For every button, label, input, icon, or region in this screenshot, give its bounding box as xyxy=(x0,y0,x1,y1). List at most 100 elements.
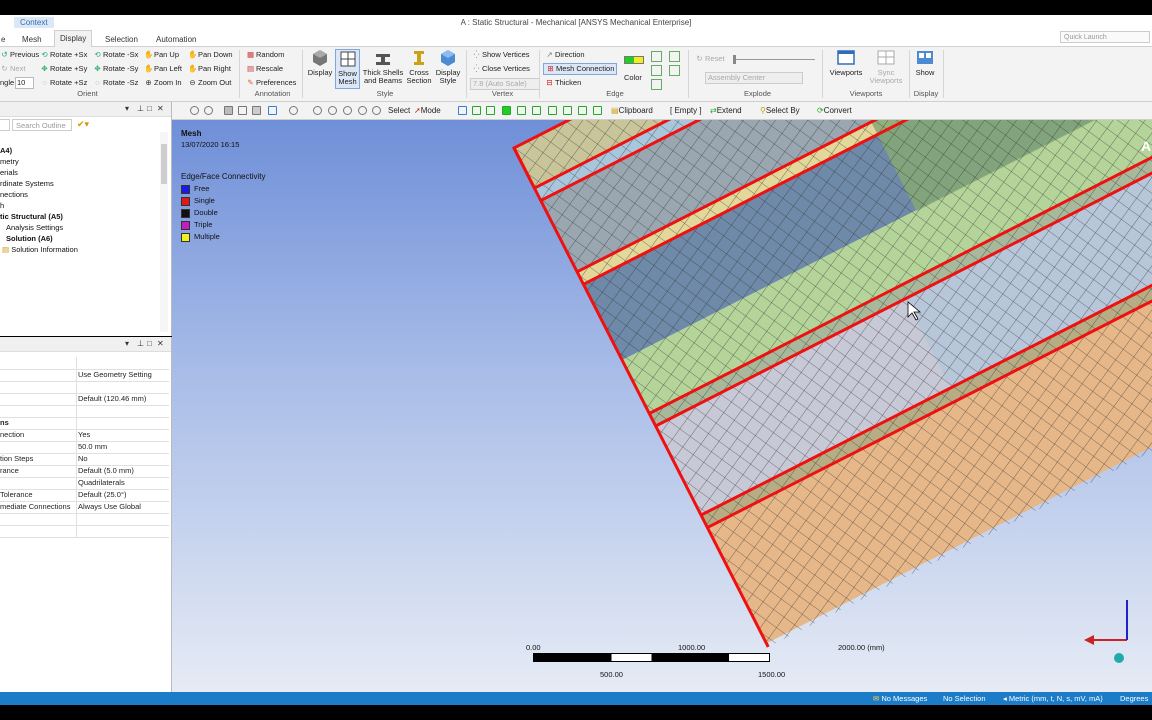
edge-option-icon[interactable] xyxy=(669,51,680,62)
select-filter-icon[interactable] xyxy=(548,106,557,115)
box-zoom-icon[interactable] xyxy=(224,106,233,115)
outline-filter-box[interactable] xyxy=(0,119,10,131)
rotate-plus-sx-button[interactable]: ⟲ Rotate +Sx xyxy=(40,50,87,60)
pin-icon[interactable]: ⊥ xyxy=(137,105,144,113)
tab-display[interactable]: Display xyxy=(54,30,93,47)
viewports-button[interactable]: Viewports xyxy=(826,49,866,77)
close-vertices-button[interactable]: ⁛ Close Vertices xyxy=(472,64,530,74)
filter-icon[interactable]: ✔▾ xyxy=(77,119,89,130)
dropdown-icon[interactable]: ▾ xyxy=(125,340,129,348)
clipboard-dropdown[interactable]: ▤Clipboard xyxy=(611,105,653,116)
details-value[interactable]: Quadrilaterals xyxy=(78,477,125,489)
edge-color-dropdown[interactable]: Color xyxy=(624,73,642,83)
thicken-button[interactable]: ⊟ Thicken xyxy=(545,78,581,88)
select-button[interactable]: Select xyxy=(388,105,410,116)
tree-item-coordinate-systems[interactable]: rdinate Systems xyxy=(0,178,54,189)
select-filter-icon[interactable] xyxy=(593,106,602,115)
tab-automation[interactable]: Automation xyxy=(151,33,201,46)
mesh-model[interactable] xyxy=(172,120,1152,692)
edge-option-icon[interactable] xyxy=(669,65,680,76)
maximize-icon[interactable]: □ xyxy=(147,105,152,113)
mesh-connection-toggle[interactable]: ⊞ Mesh Connection xyxy=(543,63,618,75)
pan-icon[interactable] xyxy=(313,106,322,115)
pan-right-button[interactable]: ✋Pan Right xyxy=(188,64,231,74)
tree-item-materials[interactable]: erials xyxy=(0,167,18,178)
pan-up-button[interactable]: ✋Pan Up xyxy=(144,50,179,60)
rotate-plus-sz-button[interactable]: ◌ Rotate +Sz xyxy=(40,78,87,88)
tree-item-geometry[interactable]: metry xyxy=(0,156,19,167)
preferences-button[interactable]: ✎ Preferences xyxy=(246,78,296,88)
zoom-in-icon[interactable] xyxy=(328,106,337,115)
details-value[interactable]: 50.0 mm xyxy=(78,441,107,453)
zoom-box-icon[interactable] xyxy=(372,106,381,115)
select-filter-icon[interactable] xyxy=(502,106,511,115)
extend-dropdown[interactable]: ⇄Extend xyxy=(710,105,742,116)
scrollbar-thumb[interactable] xyxy=(161,144,167,184)
tree-item-mesh[interactable]: h xyxy=(0,200,4,211)
dropdown-icon[interactable]: ▾ xyxy=(125,105,129,113)
show-mesh-toggle[interactable]: Show Mesh xyxy=(335,49,360,89)
quick-launch-input[interactable]: Quick Launch xyxy=(1060,31,1150,43)
messages-status[interactable]: ✉ No Messages xyxy=(873,692,927,705)
search-outline-input[interactable]: Search Outline xyxy=(12,119,72,131)
mode-dropdown[interactable]: ➚Mode xyxy=(414,105,441,116)
select-filter-icon[interactable] xyxy=(532,106,541,115)
details-value[interactable]: Always Use Global xyxy=(78,501,141,513)
details-value[interactable]: No xyxy=(78,453,88,465)
explode-slider[interactable] xyxy=(733,59,815,60)
details-value[interactable]: Default (25.0°) xyxy=(78,489,126,501)
angle-units-status[interactable]: Degrees xyxy=(1120,692,1148,705)
details-value[interactable]: Yes xyxy=(78,429,90,441)
edge-option-icon[interactable] xyxy=(651,51,662,62)
angle-input[interactable]: 10 xyxy=(15,77,34,89)
graphics-viewport[interactable]: Mesh 13/07/2020 16:15 Edge/Face Connecti… xyxy=(172,120,1152,692)
rotate-minus-sy-button[interactable]: ✥ Rotate -Sy xyxy=(93,64,138,74)
tree-item-connections[interactable]: nections xyxy=(0,189,28,200)
previous-button[interactable]: ↺ Previous xyxy=(0,50,39,60)
units-status[interactable]: ◂ Metric (mm, t, N, s, mV, mA) xyxy=(1003,692,1103,705)
maximize-icon[interactable]: □ xyxy=(147,340,152,348)
pan-left-button[interactable]: ✋Pan Left xyxy=(144,64,182,74)
thick-shells-button[interactable]: Thick Shells and Beams xyxy=(362,49,404,85)
zoom-out-icon[interactable] xyxy=(343,106,352,115)
context-tab[interactable]: Context xyxy=(14,17,54,28)
select-filter-icon[interactable] xyxy=(472,106,481,115)
select-by-dropdown[interactable]: ⚲Select By xyxy=(760,105,800,116)
edge-option-icon[interactable] xyxy=(651,65,662,76)
select-filter-icon[interactable] xyxy=(517,106,526,115)
show-vertices-button[interactable]: ⁛ Show Vertices xyxy=(472,50,530,60)
zoom-icon[interactable] xyxy=(204,106,213,115)
close-icon[interactable]: ✕ xyxy=(157,105,164,113)
display-style-dropdown[interactable]: Display Style xyxy=(433,49,463,85)
rotate-minus-sz-button[interactable]: ◌ Rotate -Sz xyxy=(93,78,138,88)
select-filter-icon[interactable] xyxy=(458,106,467,115)
rotate-minus-sx-button[interactable]: ⟲ Rotate -Sx xyxy=(93,50,138,60)
details-value[interactable]: Default (5.0 mm) xyxy=(78,465,134,477)
tab-home[interactable]: e xyxy=(0,33,10,46)
rotate-icon[interactable] xyxy=(289,106,298,115)
select-filter-icon[interactable] xyxy=(486,106,495,115)
select-filter-icon[interactable] xyxy=(578,106,587,115)
close-icon[interactable]: ✕ xyxy=(157,340,164,348)
rotate-plus-sy-button[interactable]: ✥ Rotate +Sy xyxy=(40,64,87,74)
details-row[interactable] xyxy=(0,525,169,538)
select-mode-icon[interactable] xyxy=(268,106,277,115)
outline-scrollbar[interactable] xyxy=(160,132,168,332)
tab-mesh[interactable]: Mesh xyxy=(17,33,47,46)
tab-selection[interactable]: Selection xyxy=(100,33,143,46)
cross-section-button[interactable]: Cross Section xyxy=(405,49,433,85)
show-button[interactable]: Show xyxy=(910,49,940,77)
zoom-out-button[interactable]: ⊖ Zoom Out xyxy=(188,78,231,88)
next-button[interactable]: ↻ Next xyxy=(0,64,25,74)
reset-button[interactable]: ↻ Reset xyxy=(695,54,724,64)
zoom-fit-icon[interactable] xyxy=(358,106,367,115)
direction-button[interactable]: ↗ Direction xyxy=(545,50,584,60)
sync-viewports-button[interactable]: Sync Viewports xyxy=(866,49,906,85)
pan-down-button[interactable]: ✋Pan Down xyxy=(188,50,233,60)
tree-item-model[interactable]: A4) xyxy=(0,145,12,156)
display-dropdown[interactable]: Display xyxy=(305,49,335,77)
pin-icon[interactable]: ⊥ xyxy=(137,340,144,348)
zoom-in-button[interactable]: ⊕ Zoom In xyxy=(144,78,181,88)
convert-dropdown[interactable]: ⟳Convert xyxy=(817,105,852,116)
rescale-button[interactable]: ▤ Rescale xyxy=(246,64,283,74)
